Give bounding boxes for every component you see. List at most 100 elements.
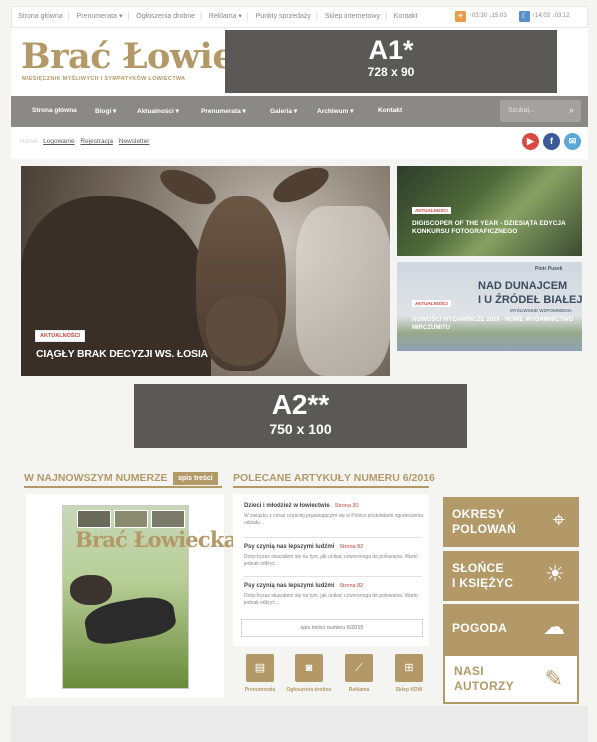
sun-icon: ☀ <box>455 11 466 22</box>
quick-label-classifieds[interactable]: Ogłoszenia drobne <box>284 687 334 694</box>
newspaper-icon[interactable]: ▤ <box>246 654 274 682</box>
latest-issue-heading: W NAJNOWSZYM NUMERZE <box>24 472 168 484</box>
login-link[interactable]: Logowanie <box>43 138 74 145</box>
crosshair-icon: ⌖ <box>552 507 565 532</box>
latest-issue-underline <box>24 486 222 488</box>
nav-item-news[interactable]: Aktualności ▾ <box>137 107 179 115</box>
top-links: Strona główna | Prenumerata ▾ | Ogłoszenia… <box>18 13 418 20</box>
toc-link[interactable]: spis treści numeru 6/2015 <box>241 619 423 637</box>
user-links: Home Logowanie Rejestracja Newsletter <box>20 138 153 145</box>
cover-thumb-1 <box>77 510 111 528</box>
tile-line2: POLOWAŃ <box>452 522 517 536</box>
breadcrumb-home[interactable]: Home <box>20 138 37 145</box>
article-page: Strona 82 <box>339 544 364 550</box>
hero-snow <box>296 206 390 376</box>
article-title[interactable]: Psy czynią nas lepszymi ludźmi <box>244 544 334 550</box>
ad-a2-label: A2** <box>271 389 330 420</box>
book-author: Piotr Pusek <box>535 266 563 272</box>
book-title-line2: I U ŹRÓDEŁ BIAŁEJ <box>478 294 583 306</box>
sun-times: ↑03:30 ↓15:03 <box>469 13 507 19</box>
article-desc: Dotychczas słuszałem się na tym, jak uni… <box>244 554 418 567</box>
article-divider <box>244 576 422 577</box>
tile-line1: SŁOŃCE <box>452 561 504 575</box>
tile-hunting-seasons[interactable]: OKRESY POLOWAŃ ⌖ <box>443 497 579 547</box>
nav-item-blogs[interactable]: Blogi ▾ <box>95 107 116 115</box>
top-link-advertising[interactable]: Reklama ▾ <box>209 13 242 20</box>
top-link-home[interactable]: Strona główna <box>18 13 63 20</box>
nav-item-contact[interactable]: Kontakt <box>378 107 402 114</box>
toc-button[interactable]: spis treści <box>173 472 218 485</box>
hero-side2-tag[interactable]: AKTUALNOŚCI <box>412 300 451 307</box>
register-link[interactable]: Rejestracja <box>80 138 113 145</box>
site-tagline: MIESIĘCZNIK MYŚLIWYCH I SYMPATYKÓW ŁOWIE… <box>22 76 186 82</box>
quick-label-shop[interactable]: Sklep KDW <box>384 687 434 694</box>
youtube-icon[interactable]: ▶ <box>522 133 539 150</box>
cover-thumb-3 <box>151 510 185 528</box>
book-subtitle: MYŚLIWSKIE WSPOMNIENIA <box>510 308 572 313</box>
hero-main-title[interactable]: CIĄGŁY BRAK DECYZJI WS. ŁOSIA <box>36 348 208 360</box>
sun-moon-icon: ☀ <box>545 561 565 586</box>
article-desc: Dotychczas słuszałem się na tym, jak uni… <box>244 593 418 606</box>
tile-weather[interactable]: POGODA ☁ <box>443 604 579 654</box>
top-link-online-shop[interactable]: Sklep internetowy <box>325 13 380 20</box>
tile-line1: POGODA <box>452 621 508 635</box>
user-bar: Home Logowanie Rejestracja Newsletter ▶ … <box>11 127 588 159</box>
hero-main-tag[interactable]: AKTUALNOŚCI <box>35 330 86 342</box>
top-link-classifieds[interactable]: Ogłoszenia drobne <box>136 13 195 20</box>
article-title[interactable]: Psy czynią nas lepszymi ludźmi <box>244 583 334 589</box>
hero-main-article[interactable] <box>21 166 390 376</box>
mail-icon[interactable]: ✉ <box>564 133 581 150</box>
article-desc: W związku z coraz częściej pojawiającymi… <box>244 513 423 526</box>
moose-ear-right <box>268 166 334 210</box>
tile-line2: AUTORZY <box>454 679 514 693</box>
tile-line2: I KSIĘŻYC <box>452 576 514 590</box>
cover-title: Brać Łowiecka <box>75 527 237 552</box>
article-divider <box>244 537 422 538</box>
footer-strip <box>11 706 588 742</box>
moose-ear-left <box>155 166 221 212</box>
cover-boar <box>70 575 112 605</box>
moon-times: ↑14:03 ↓03:12 <box>532 13 570 19</box>
recommended-article[interactable]: Dzieci i młodzież w łowiectwie Strona 30 … <box>244 503 429 527</box>
article-title[interactable]: Dzieci i młodzież w łowiectwie <box>244 503 330 509</box>
nav-item-subscription[interactable]: Prenumerata ▾ <box>201 107 246 115</box>
nav-item-archive[interactable]: Archiwum ▾ <box>317 107 354 115</box>
chart-icon[interactable]: ⟋ <box>345 654 373 682</box>
tile-line1: NASI <box>454 664 484 678</box>
ad-a2-size: 750 x 100 <box>269 421 332 437</box>
recommended-article[interactable]: Psy czynią nas lepszymi ludźmi Strona 82 … <box>244 544 429 568</box>
search-placeholder: Szukaj... <box>508 107 535 114</box>
book-title-line1: NAD DUNAJCEM <box>478 280 568 292</box>
moon-icon: ☾ <box>519 11 530 22</box>
nav-item-gallery[interactable]: Galeria ▾ <box>270 107 297 115</box>
ad-a1-label: A1* <box>368 35 414 65</box>
moose-snout <box>206 296 278 366</box>
tile-line1: OKRESY <box>452 507 505 521</box>
hero-side1-tag[interactable]: AKTUALNOŚCI <box>412 207 451 214</box>
top-link-subscription[interactable]: Prenumerata ▾ <box>77 13 123 20</box>
nav-item-home[interactable]: Strona główna <box>32 107 77 114</box>
search-input[interactable]: Szukaj... ⌕ <box>500 100 581 122</box>
newsletter-link[interactable]: Newsletter <box>119 138 150 145</box>
search-icon[interactable]: ⌕ <box>569 105 577 115</box>
ad-banner-a2[interactable]: A2** 750 x 100 <box>134 384 467 448</box>
pencil-icon: ✎ <box>544 666 563 691</box>
quick-label-subscription[interactable]: Prenumerata <box>235 687 285 694</box>
chat-icon[interactable]: ◙ <box>295 654 323 682</box>
article-page: Strona 30 <box>334 503 359 509</box>
quick-label-advertising[interactable]: Reklama <box>334 687 384 694</box>
tile-sun-moon[interactable]: SŁOŃCE I KSIĘŻYC ☀ <box>443 551 579 601</box>
top-link-contact[interactable]: Kontakt <box>394 13 418 20</box>
weather-icon: ☁ <box>543 614 565 639</box>
hero-side1-title[interactable]: DIGISCOPER OF THE YEAR - DZIESIĄTA EDYCJ… <box>412 220 577 236</box>
top-utility-bar: Strona główna | Prenumerata ▾ | Ogłoszenia… <box>11 6 588 28</box>
tile-authors[interactable]: NASI AUTORZY ✎ <box>443 654 579 704</box>
cart-icon[interactable]: ⊞ <box>395 654 423 682</box>
hero-side2-title[interactable]: NOWOŚCI WYDAWNICZE 2016 - NOWE WYDAWNICT… <box>412 316 577 332</box>
facebook-icon[interactable]: f <box>543 133 560 150</box>
article-page: Strona 82 <box>339 583 364 589</box>
top-link-points-of-sale[interactable]: Punkty sprzedaży <box>256 13 311 20</box>
recommended-underline <box>233 486 429 488</box>
ad-banner-a1[interactable]: A1* 728 x 90 <box>225 30 557 93</box>
recommended-article[interactable]: Psy czynią nas lepszymi ludźmi Strona 82 … <box>244 583 429 607</box>
